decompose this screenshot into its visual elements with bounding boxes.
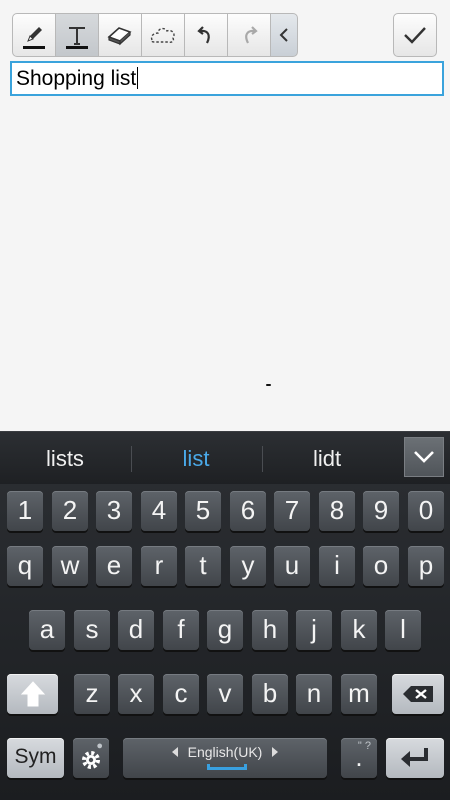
checkmark-icon <box>404 27 426 44</box>
lasso-tool-button[interactable] <box>141 13 185 57</box>
key-3[interactable]: 3 <box>96 491 132 531</box>
language-next-icon <box>272 747 279 757</box>
sym-key[interactable]: Sym <box>7 738 64 778</box>
key-o[interactable]: o <box>363 546 399 586</box>
enter-key[interactable] <box>386 738 444 778</box>
key-g[interactable]: g <box>207 610 243 650</box>
suggestion-item-selected[interactable]: list <box>131 432 261 485</box>
text-cursor <box>137 67 139 89</box>
handwriting-stroke <box>266 384 271 386</box>
eraser-tool-button[interactable] <box>98 13 142 57</box>
space-key[interactable]: English(UK) <box>123 738 327 778</box>
redo-icon <box>245 26 258 44</box>
keyboard: 1 2 3 4 5 6 7 8 9 0 q w e r t y u i o p … <box>0 484 450 800</box>
key-u[interactable]: u <box>274 546 310 586</box>
key-c[interactable]: c <box>163 674 199 714</box>
shift-key[interactable] <box>7 674 58 714</box>
key-z[interactable]: z <box>74 674 110 714</box>
language-name: English(UK) <box>187 744 263 760</box>
key-6[interactable]: 6 <box>230 491 266 531</box>
backspace-key[interactable] <box>392 674 444 714</box>
key-l[interactable]: l <box>385 610 421 650</box>
pen-color-indicator <box>23 46 45 49</box>
undo-button[interactable] <box>184 13 228 57</box>
key-y[interactable]: y <box>230 546 266 586</box>
key-7[interactable]: 7 <box>274 491 310 531</box>
key-w[interactable]: w <box>52 546 88 586</box>
key-1[interactable]: 1 <box>7 491 43 531</box>
key-0[interactable]: 0 <box>408 491 444 531</box>
key-p[interactable]: p <box>408 546 444 586</box>
settings-key[interactable]: ● <box>73 738 109 778</box>
collapse-toolbar-button[interactable] <box>270 13 298 57</box>
language-label: English(UK) <box>123 744 327 760</box>
key-r[interactable]: r <box>141 546 177 586</box>
text-tool-button[interactable] <box>55 13 99 57</box>
key-q[interactable]: q <box>7 546 43 586</box>
pen-tool-button[interactable] <box>12 13 56 57</box>
note-text-input[interactable]: Shopping list <box>10 61 444 96</box>
text-icon <box>69 27 85 45</box>
key-4[interactable]: 4 <box>141 491 177 531</box>
space-bar-icon <box>207 764 247 770</box>
note-text-value: Shopping list <box>16 67 137 90</box>
key-m[interactable]: m <box>341 674 377 714</box>
key-e[interactable]: e <box>96 546 132 586</box>
eraser-icon <box>107 27 132 46</box>
undo-icon <box>197 26 210 44</box>
period-key-hint: " ? <box>357 740 371 752</box>
key-i[interactable]: i <box>319 546 355 586</box>
language-prev-icon <box>171 747 178 757</box>
key-b[interactable]: b <box>252 674 288 714</box>
key-n[interactable]: n <box>296 674 332 714</box>
enter-icon <box>401 748 428 767</box>
key-5[interactable]: 5 <box>185 491 221 531</box>
key-j[interactable]: j <box>296 610 332 650</box>
key-f[interactable]: f <box>163 610 199 650</box>
chevron-left-icon <box>279 28 288 42</box>
key-x[interactable]: x <box>118 674 154 714</box>
key-8[interactable]: 8 <box>319 491 355 531</box>
key-9[interactable]: 9 <box>363 491 399 531</box>
word-suggestion-bar: lists list lidt <box>0 431 450 485</box>
pen-icon <box>27 27 42 42</box>
chevron-down-icon <box>414 451 434 463</box>
key-t[interactable]: t <box>185 546 221 586</box>
key-d[interactable]: d <box>118 610 154 650</box>
shift-arrow-icon <box>20 681 45 707</box>
suggestion-item[interactable]: lists <box>0 432 130 485</box>
suggestion-item[interactable]: lidt <box>262 432 392 485</box>
key-2[interactable]: 2 <box>52 491 88 531</box>
expand-suggestions-button[interactable] <box>404 437 444 477</box>
done-button[interactable] <box>393 13 437 57</box>
text-color-indicator <box>66 46 88 49</box>
pen-toolbar <box>12 13 298 57</box>
key-a[interactable]: a <box>29 610 65 650</box>
key-h[interactable]: h <box>252 610 288 650</box>
redo-button[interactable] <box>227 13 271 57</box>
backspace-icon <box>403 686 433 702</box>
key-s[interactable]: s <box>74 610 110 650</box>
period-key[interactable]: . " ? <box>341 738 377 778</box>
voice-input-hint-icon: ● <box>96 740 103 752</box>
key-v[interactable]: v <box>207 674 243 714</box>
key-k[interactable]: k <box>341 610 377 650</box>
lasso-icon <box>150 27 175 44</box>
